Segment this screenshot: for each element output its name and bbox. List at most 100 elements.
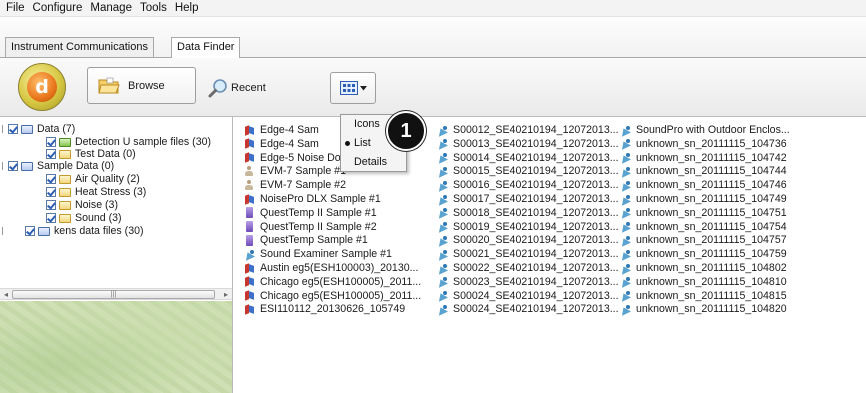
- file-item[interactable]: unknown_sn_20111115_104759: [620, 247, 787, 261]
- checkbox[interactable]: [46, 174, 56, 184]
- file-item[interactable]: S00019_SE40210194_12072013...: [437, 220, 619, 234]
- tree-item-sample-data[interactable]: Sample Data (0): [0, 160, 114, 172]
- file-item[interactable]: S00016_SE40210194_12072013...: [437, 178, 619, 192]
- file-name: unknown_sn_20111115_104749: [636, 193, 787, 205]
- tree-item-heat-stress[interactable]: Heat Stress (3): [46, 186, 146, 198]
- file-item[interactable]: S00018_SE40210194_12072013...: [437, 206, 619, 220]
- sound-file-icon: [437, 263, 448, 274]
- checkbox[interactable]: [46, 149, 56, 159]
- file-item[interactable]: S00023_SE40210194_12072013...: [437, 275, 619, 289]
- sound-file-icon: [437, 166, 448, 177]
- checkbox[interactable]: [46, 137, 56, 147]
- menu-help[interactable]: Help: [171, 2, 203, 14]
- sound-file-icon: [437, 207, 448, 218]
- file-item[interactable]: unknown_sn_20111115_104754: [620, 220, 787, 234]
- file-name: QuestTemp II Sample #2: [260, 220, 377, 233]
- tree-item-sound[interactable]: Sound (3): [46, 212, 122, 224]
- file-item[interactable]: S00017_SE40210194_12072013...: [437, 192, 619, 206]
- file-item[interactable]: S00021_SE40210194_12072013...: [437, 247, 619, 261]
- file-item[interactable]: unknown_sn_20111115_104820: [620, 302, 787, 316]
- tree-item-data[interactable]: Data (7): [0, 123, 75, 135]
- checkbox[interactable]: [46, 200, 56, 210]
- file-name: ESI110112_20130626_105749: [260, 303, 406, 316]
- sound-file-icon: [620, 180, 631, 191]
- menu-tools[interactable]: Tools: [136, 2, 171, 14]
- file-type-icon: [244, 179, 255, 191]
- checkbox[interactable]: [8, 161, 18, 171]
- browse-button[interactable]: Browse: [87, 67, 196, 104]
- tree-item-detection-u-sample-files[interactable]: Detection U sample files (30): [46, 136, 211, 148]
- menu-item-details[interactable]: Details: [341, 154, 406, 171]
- tab-data-finder[interactable]: Data Finder: [171, 37, 241, 58]
- tree-item-air-quality[interactable]: Air Quality (2): [46, 173, 140, 185]
- file-item[interactable]: SoundPro with Outdoor Enclos...: [620, 123, 790, 137]
- file-item[interactable]: NoisePro DLX Sample #1: [244, 192, 381, 206]
- checkbox[interactable]: [46, 187, 56, 197]
- file-item[interactable]: unknown_sn_20111115_104810: [620, 275, 787, 289]
- file-name: unknown_sn_20111115_104746: [636, 179, 787, 192]
- file-item[interactable]: unknown_sn_20111115_104815: [620, 289, 787, 303]
- file-item[interactable]: EVM-7 Sample #1: [244, 164, 346, 178]
- file-item[interactable]: ESI110112_20130626_105749: [244, 302, 405, 316]
- tree-item-kens-data-files[interactable]: kens data files (30): [0, 225, 144, 237]
- recent-button[interactable]: Recent: [208, 78, 266, 98]
- expander[interactable]: [2, 227, 4, 235]
- checkbox[interactable]: [25, 226, 35, 236]
- file-name: Edge-4 Sam: [260, 137, 319, 150]
- file-item[interactable]: S00013_SE40210194_12072013...: [437, 137, 619, 151]
- file-name: S00013_SE40210194_12072013...: [453, 137, 619, 150]
- file-item[interactable]: EVM-7 Sample #2: [244, 178, 346, 192]
- expander[interactable]: [2, 162, 4, 170]
- file-item[interactable]: Edge-4 Sam: [244, 137, 319, 151]
- file-item[interactable]: Austin eg5(ESH100003)_20130...: [244, 261, 418, 275]
- menu-configure[interactable]: Configure: [29, 2, 87, 14]
- menu-file[interactable]: File: [2, 2, 29, 14]
- file-item[interactable]: Chicago eg5(ESH100005)_2011...: [244, 275, 421, 289]
- scroll-right-arrow-icon[interactable]: ▸: [220, 289, 232, 300]
- sound-file-icon: [620, 221, 631, 232]
- callout-badge: 1: [386, 111, 426, 151]
- app-logo-button[interactable]: d: [18, 63, 66, 111]
- map-preview: [0, 301, 232, 393]
- file-item[interactable]: S00014_SE40210194_12072013...: [437, 151, 619, 165]
- view-options-button[interactable]: [330, 72, 376, 104]
- file-item[interactable]: S00022_SE40210194_12072013...: [437, 261, 619, 275]
- menu-manage[interactable]: Manage: [86, 2, 136, 14]
- file-item[interactable]: S00015_SE40210194_12072013...: [437, 164, 619, 178]
- sound-file-icon: [620, 207, 631, 218]
- recent-label: Recent: [231, 82, 266, 94]
- file-item[interactable]: unknown_sn_20111115_104744: [620, 164, 787, 178]
- file-item[interactable]: unknown_sn_20111115_104736: [620, 137, 787, 151]
- file-item[interactable]: unknown_sn_20111115_104742: [620, 151, 787, 165]
- file-item[interactable]: unknown_sn_20111115_104749: [620, 192, 787, 206]
- sound-file-icon: [437, 180, 448, 191]
- file-item[interactable]: QuestTemp Sample #1: [244, 233, 368, 247]
- file-name: S00018_SE40210194_12072013...: [453, 206, 619, 219]
- file-name: unknown_sn_20111115_104751: [636, 206, 787, 219]
- file-item[interactable]: unknown_sn_20111115_104746: [620, 178, 787, 192]
- checkbox[interactable]: [46, 213, 56, 223]
- file-item[interactable]: Chicago eg5(ESH100005)_2011...: [244, 289, 421, 303]
- file-item[interactable]: unknown_sn_20111115_104802: [620, 261, 787, 275]
- scroll-left-arrow-icon[interactable]: ◂: [0, 289, 12, 300]
- scrollbar-thumb[interactable]: |||: [12, 290, 215, 299]
- horizontal-scrollbar[interactable]: ◂ ||| ▸: [0, 288, 232, 300]
- tree-item-test-data[interactable]: Test Data (0): [46, 148, 136, 160]
- file-type-icon: [244, 249, 255, 260]
- tab-instrument-communications[interactable]: Instrument Communications: [5, 37, 154, 57]
- file-item[interactable]: QuestTemp II Sample #2: [244, 220, 377, 234]
- checkbox[interactable]: [8, 124, 18, 134]
- file-name: unknown_sn_20111115_104744: [636, 165, 787, 178]
- file-item[interactable]: Sound Examiner Sample #1: [244, 247, 392, 261]
- file-item[interactable]: S00024_SE40210194_12072013...: [437, 302, 619, 316]
- file-item[interactable]: S00024_SE40210194_12072013...: [437, 289, 619, 303]
- file-item[interactable]: unknown_sn_20111115_104751: [620, 206, 787, 220]
- file-item[interactable]: QuestTemp II Sample #1: [244, 206, 377, 220]
- tree-item-noise[interactable]: Noise (3): [46, 199, 118, 211]
- file-item[interactable]: Edge-4 Sam: [244, 123, 319, 137]
- expander[interactable]: [2, 125, 4, 133]
- file-item[interactable]: S00020_SE40210194_12072013...: [437, 233, 619, 247]
- file-item[interactable]: S00012_SE40210194_12072013...: [437, 123, 619, 137]
- file-item[interactable]: unknown_sn_20111115_104757: [620, 233, 787, 247]
- folder-icon: [59, 187, 71, 197]
